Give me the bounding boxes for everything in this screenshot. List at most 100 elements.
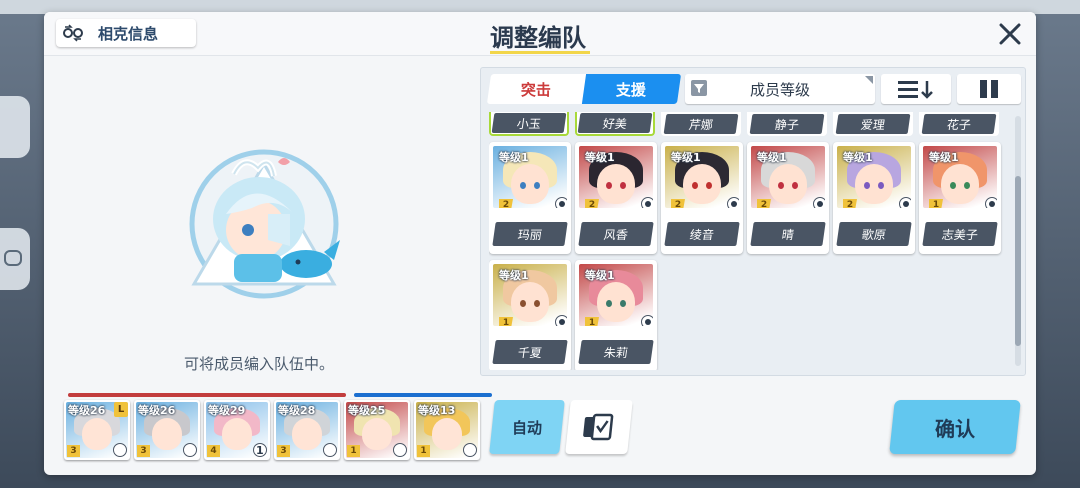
student-name: 朱莉	[578, 340, 654, 364]
student-card[interactable]: 等级1 2 风香	[575, 142, 657, 254]
sort-label: 成员等级	[749, 80, 810, 99]
sort-dropdown[interactable]: 成员等级	[685, 74, 875, 104]
student-name: 晴	[750, 222, 826, 246]
student-name: 歌原	[836, 222, 912, 246]
slot-face	[362, 418, 392, 450]
special-slot[interactable]: 等级13 1	[414, 400, 480, 460]
portrait-eye	[778, 182, 784, 189]
star-rank-badge: 4	[207, 445, 220, 457]
star-rank-badge: 1	[585, 317, 599, 326]
striker-slot[interactable]: 等级26 3	[134, 400, 200, 460]
slot-level: 等级29	[208, 404, 246, 417]
role-icon	[727, 197, 739, 208]
student-name: 静子	[749, 114, 825, 134]
student-card[interactable]: 等级1 1 志美子	[919, 142, 1001, 254]
portrait-face	[597, 164, 635, 204]
star-rank-badge: 1	[499, 317, 513, 326]
special-slot[interactable]: 等级25 1	[344, 400, 410, 460]
student-card-partial[interactable]: 静子	[747, 112, 827, 136]
student-card-partial[interactable]: 花子	[919, 112, 999, 136]
student-portrait: 等级1 1	[579, 264, 653, 326]
student-portrait: 等级1 1	[923, 146, 997, 208]
student-card[interactable]: 等级1 1 朱莉	[575, 260, 657, 370]
portrait-eye	[792, 182, 798, 189]
student-portrait: 等级1 2	[665, 146, 739, 208]
student-card[interactable]: 等级1 1 千夏	[489, 260, 571, 370]
role-icon	[555, 315, 567, 326]
role-icon	[183, 443, 197, 457]
sort-order-button[interactable]	[881, 74, 951, 104]
slot-level: 等级26	[68, 404, 106, 417]
portrait-eye	[964, 182, 970, 189]
student-card-partial[interactable]: 小玉	[489, 112, 569, 136]
slot-face	[432, 418, 462, 450]
role-icon	[463, 443, 477, 457]
slot-level: 等级28	[278, 404, 316, 417]
portrait-face	[941, 164, 979, 204]
star-rank-badge: 2	[843, 199, 857, 208]
student-card-partial[interactable]: 爱理	[833, 112, 913, 136]
portrait-face	[511, 164, 549, 204]
slot-face	[152, 418, 182, 450]
tab-striker[interactable]: 突击	[486, 74, 587, 104]
student-name: 好美	[577, 113, 653, 133]
student-name: 玛丽	[492, 222, 568, 246]
student-name: 花子	[921, 114, 997, 134]
dialog-title: 调整编队	[490, 24, 586, 52]
striker-slot[interactable]: 等级29 4 1	[204, 400, 270, 460]
student-card-partial[interactable]: 芹娜	[661, 112, 741, 136]
student-card[interactable]: 等级1 2 绫音	[661, 142, 743, 254]
role-tabs: 突击 支援	[486, 74, 682, 104]
portrait-eye	[534, 300, 540, 307]
chat-icon	[4, 250, 22, 266]
slot-level: 等级26	[138, 404, 176, 417]
sort-descending-icon	[898, 81, 933, 99]
student-card[interactable]: 等级1 2 歌原	[833, 142, 915, 254]
role-icon	[555, 197, 567, 208]
portrait-eye	[534, 182, 540, 189]
student-card-partial[interactable]: 好美	[575, 112, 655, 136]
empty-team-placeholder: 可将成员编入队伍中。	[44, 56, 474, 386]
formation-dialog: 相克信息 调整编队 可将成员编入队伍中。 突击 支援 成员等级 小玉 好美 芹娜…	[44, 12, 1036, 475]
portrait-eye	[606, 182, 612, 189]
dropdown-corner-icon	[865, 76, 873, 84]
scrollbar-thumb[interactable]	[1015, 176, 1021, 346]
roster-scrollbar[interactable]	[1015, 116, 1021, 366]
star-rank-badge: 1	[347, 445, 360, 457]
confirm-button[interactable]: 确认	[889, 400, 1021, 454]
student-level: 等级1	[757, 151, 787, 164]
team-formation-bar: 等级26 3 L 等级26 3 等级29 4 1 等级28 3 等级25 1 等级13 1 自动 确认	[44, 386, 1036, 475]
student-level: 等级1	[499, 151, 529, 164]
star-rank-badge: 3	[137, 445, 150, 457]
star-rank-badge: 3	[67, 445, 80, 457]
swap-icon	[62, 24, 84, 42]
tab-striker-label: 突击	[521, 80, 552, 99]
auto-formation-label: 自动	[511, 418, 542, 437]
tab-special-label: 支援	[616, 80, 647, 99]
star-rank-badge: 2	[499, 199, 513, 208]
student-card[interactable]: 等级1 2 晴	[747, 142, 829, 254]
card-deck-button[interactable]	[565, 400, 633, 454]
striker-slots-indicator	[68, 393, 346, 397]
portrait-eye	[692, 182, 698, 189]
type-effectiveness-button[interactable]: 相克信息	[56, 19, 196, 47]
role-icon	[985, 197, 997, 208]
striker-slot[interactable]: 等级26 3 L	[64, 400, 130, 460]
striker-slot[interactable]: 等级28 3	[274, 400, 340, 460]
role-icon	[323, 443, 337, 457]
close-button[interactable]	[996, 20, 1024, 48]
close-icon	[999, 23, 1021, 45]
student-level: 等级1	[843, 151, 873, 164]
view-toggle-button[interactable]	[957, 74, 1021, 104]
placeholder-message: 可将成员编入队伍中。	[184, 355, 335, 373]
student-name: 绫音	[664, 222, 740, 246]
role-icon	[641, 197, 653, 208]
tab-special[interactable]: 支援	[581, 74, 682, 104]
type-effectiveness-label: 相克信息	[98, 24, 159, 43]
student-card[interactable]: 等级1 2 玛丽	[489, 142, 571, 254]
auto-formation-button[interactable]: 自动	[489, 400, 565, 454]
student-name: 风香	[578, 222, 654, 246]
star-rank-badge: 2	[585, 199, 599, 208]
slot-face	[222, 418, 252, 450]
portrait-face	[855, 164, 893, 204]
